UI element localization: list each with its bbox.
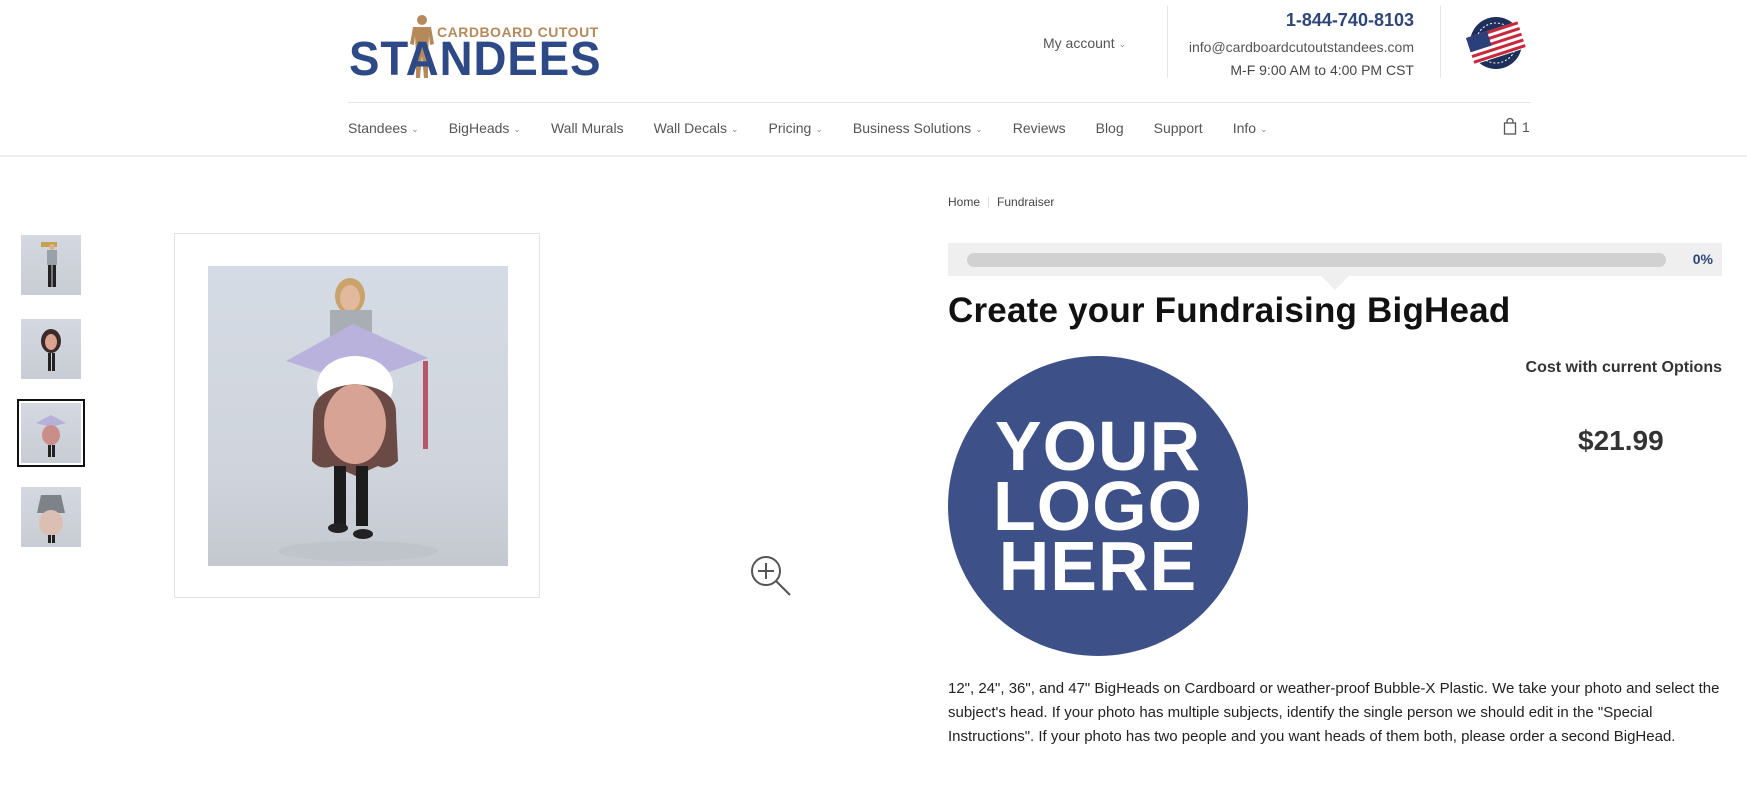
progress-pointer-arrow xyxy=(1321,276,1349,290)
bighead-graduation-thumbnail xyxy=(36,415,66,457)
breadcrumb-separator xyxy=(988,197,990,209)
progress-panel: 0% xyxy=(948,243,1722,276)
header-border xyxy=(0,155,1747,157)
progress-percent: 0% xyxy=(1692,251,1713,267)
cart-button[interactable]: 1 xyxy=(1503,118,1530,135)
my-account-label: My account xyxy=(1043,35,1115,51)
logo-placeholder-line: HERE xyxy=(998,527,1198,605)
cost-label: Cost with current Options xyxy=(1525,359,1722,376)
breadcrumb: Home Fundraiser xyxy=(948,195,1054,209)
nav-item-blog[interactable]: Blog xyxy=(1096,118,1124,140)
nav-item-reviews[interactable]: Reviews xyxy=(1013,118,1066,140)
site-logo[interactable]: CARDBOARD CUTOUT STANDEES xyxy=(349,10,601,84)
price: $21.99 xyxy=(1578,425,1664,456)
chevron-down-icon: ⌄ xyxy=(411,124,419,134)
my-account-menu[interactable]: My account ⌄ xyxy=(1043,35,1126,51)
thumbnail-1[interactable] xyxy=(21,235,81,295)
nav-item-standees[interactable]: Standees ⌄ xyxy=(348,118,419,140)
chevron-down-icon: ⌄ xyxy=(1118,39,1127,49)
your-logo-placeholder: YOUR LOGO HERE xyxy=(948,356,1248,656)
nav-item-bigheads[interactable]: BigHeads ⌄ xyxy=(449,118,521,140)
main-product-image[interactable] xyxy=(208,266,508,566)
nav-item-business-solutions[interactable]: Business Solutions ⌄ xyxy=(853,118,983,140)
chevron-down-icon: ⌄ xyxy=(975,124,983,134)
business-hours: M-F 9:00 AM to 4:00 PM CST xyxy=(1230,62,1414,78)
thumbnail-4[interactable] xyxy=(21,487,81,547)
breadcrumb-fundraiser[interactable]: Fundraiser xyxy=(997,195,1054,209)
nav-item-pricing[interactable]: Pricing ⌄ xyxy=(769,118,823,140)
thumbnail-3[interactable] xyxy=(17,399,85,467)
nav-item-support[interactable]: Support xyxy=(1154,118,1203,140)
progress-bar xyxy=(967,253,1666,267)
made-in-usa-badge-icon xyxy=(1465,17,1527,69)
chevron-down-icon: ⌄ xyxy=(1260,124,1268,134)
nav-item-wall-murals[interactable]: Wall Murals xyxy=(551,118,624,140)
nav-divider xyxy=(348,102,1531,103)
nav-item-info[interactable]: Info ⌄ xyxy=(1233,118,1268,140)
thumbnail-2[interactable] xyxy=(21,319,81,379)
nav-item-wall-decals[interactable]: Wall Decals ⌄ xyxy=(654,118,739,140)
contact-info: 1-844-740-8103 info@cardboardcutoutstand… xyxy=(1189,9,1414,80)
header-divider xyxy=(1440,6,1441,78)
breadcrumb-home[interactable]: Home xyxy=(948,195,980,209)
shopping-bag-icon xyxy=(1503,118,1517,135)
phone-number[interactable]: 1-844-740-8103 xyxy=(1189,9,1414,31)
logo-wordmark: STANDEES xyxy=(349,33,602,86)
chevron-down-icon: ⌄ xyxy=(815,124,823,134)
main-product-image-frame xyxy=(174,233,540,598)
bighead-military-thumbnail xyxy=(37,495,65,543)
page-title: Create your Fundraising BigHead xyxy=(948,291,1511,330)
email-address[interactable]: info@cardboardcutoutstandees.com xyxy=(1189,37,1414,57)
zoom-in-icon[interactable] xyxy=(748,553,794,599)
product-description: 12", 24", 36", and 47" BigHeads on Cardb… xyxy=(948,680,1720,745)
graduation-bighead-photo xyxy=(278,278,438,561)
chevron-down-icon: ⌄ xyxy=(513,124,521,134)
cart-count: 1 xyxy=(1522,118,1530,135)
chevron-down-icon: ⌄ xyxy=(730,124,739,134)
bighead-dark-hair-thumbnail xyxy=(41,329,61,371)
person-holding-sign-thumbnail xyxy=(41,242,57,287)
main-nav: Standees ⌄ BigHeads ⌄ Wall Murals Wall Dec… xyxy=(348,118,1298,140)
header-divider xyxy=(1167,6,1168,78)
